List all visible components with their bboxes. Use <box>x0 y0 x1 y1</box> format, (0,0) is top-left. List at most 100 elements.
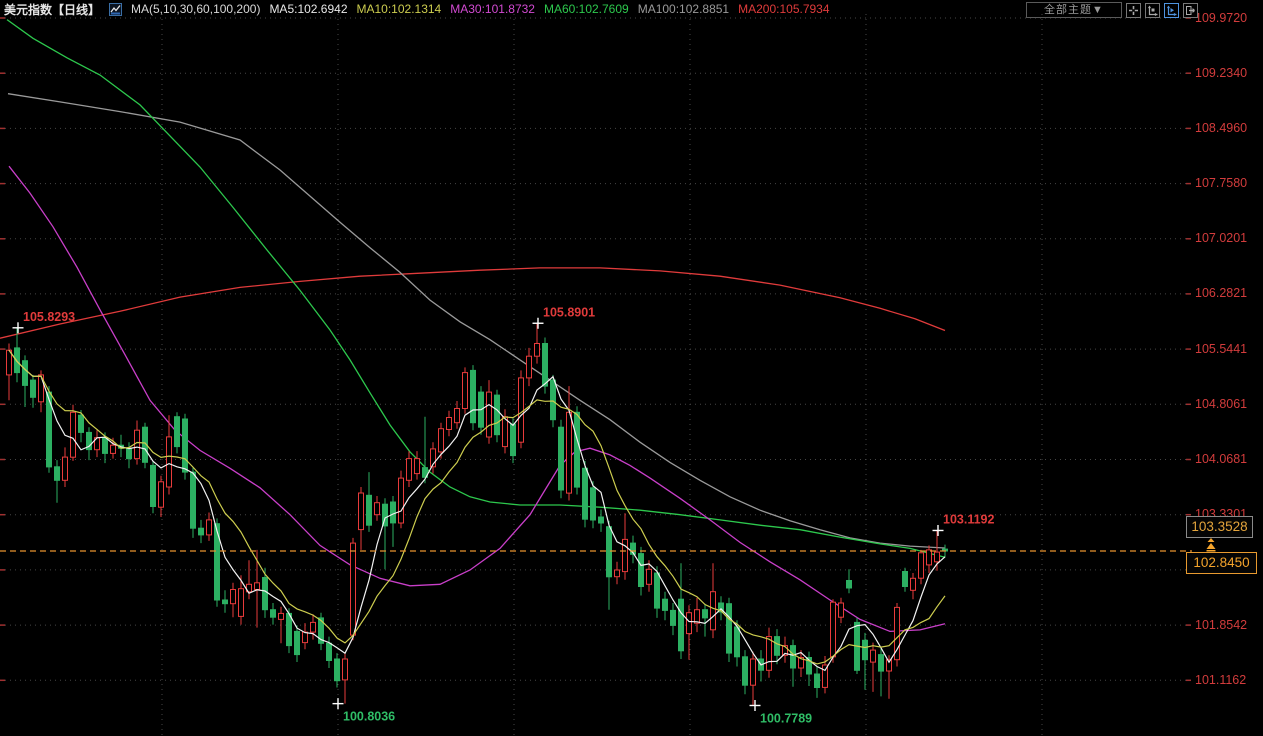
candle <box>678 598 684 652</box>
ma-lines-layer <box>0 19 946 633</box>
chart-header: 美元指数【日线】 MA(5,10,30,60,100,200) MA5:102.… <box>4 1 839 17</box>
candle <box>326 642 332 661</box>
candle <box>670 609 676 626</box>
candle <box>182 418 188 473</box>
instrument-title: 美元指数【日线】 <box>4 2 101 17</box>
candle <box>302 631 308 644</box>
pan-right-icon[interactable] <box>1183 2 1198 18</box>
candle <box>614 569 620 578</box>
candle <box>406 458 412 481</box>
candle <box>910 577 916 591</box>
candle <box>414 458 420 475</box>
ma-legend-item: MA60:102.7609 <box>543 2 629 16</box>
y-axis-label: 101.1162 <box>1195 672 1247 687</box>
candle <box>766 636 772 671</box>
candle <box>606 526 612 578</box>
candles-layer <box>6 323 948 706</box>
y-axis-label: 109.9720 <box>1195 10 1248 25</box>
candle <box>230 589 236 605</box>
candle <box>502 416 508 448</box>
candle <box>574 411 580 488</box>
candle <box>110 444 116 454</box>
candle <box>486 391 492 438</box>
theme-dropdown[interactable]: 全部主题▼ <box>1026 2 1122 18</box>
candle <box>638 553 644 587</box>
candle <box>534 343 540 357</box>
candlestick-chart-icon[interactable] <box>109 2 123 16</box>
y-axis-label: 107.7580 <box>1195 176 1248 191</box>
candle <box>566 411 572 494</box>
ma-line-MA200 <box>0 267 946 339</box>
candle <box>270 609 276 618</box>
candle <box>494 394 500 436</box>
candle <box>54 466 60 481</box>
candle <box>838 602 844 618</box>
candle <box>6 349 12 376</box>
candle <box>462 372 468 410</box>
auto-scale-icon[interactable] <box>1164 2 1179 18</box>
price-annotation: 105.8293 <box>23 310 75 324</box>
candle <box>62 456 68 481</box>
candle <box>774 636 780 656</box>
price-annotation: 100.7789 <box>760 711 812 725</box>
candle <box>790 645 796 669</box>
candle <box>206 519 212 536</box>
ma-legend-item: MA30:101.8732 <box>450 2 535 16</box>
candle <box>254 582 260 590</box>
candle <box>358 492 364 531</box>
price-chart-canvas[interactable]: 105.8293 105.8901 103.1192 100.8036 100.7789 <box>0 0 1263 736</box>
candle <box>646 568 652 585</box>
candle <box>22 360 28 386</box>
ma-line-MA60 <box>6 19 946 558</box>
candle <box>734 626 740 658</box>
candle <box>134 429 140 460</box>
candle <box>862 639 868 661</box>
candle <box>102 437 108 454</box>
candle <box>366 494 372 526</box>
candle <box>150 464 156 507</box>
candle <box>398 477 404 524</box>
move-tool-icon[interactable] <box>1126 2 1141 18</box>
candle <box>902 571 908 587</box>
ma-legend-item: MA200:105.7934 <box>738 2 830 16</box>
candle <box>222 599 228 605</box>
candle <box>334 658 340 682</box>
fit-vertical-icon[interactable] <box>1145 2 1160 18</box>
ma-settings-label: MA(5,10,30,60,100,200) <box>131 2 261 16</box>
ma-line-MA10 <box>8 349 946 665</box>
candle <box>710 591 716 631</box>
candle <box>814 673 820 688</box>
ma-legend-item: MA100:102.8851 <box>637 2 730 16</box>
ma-line-MA30 <box>8 165 946 633</box>
candle <box>926 549 932 566</box>
last-price-tag: 102.8450 <box>1186 552 1257 574</box>
candle <box>686 612 692 635</box>
candle <box>934 551 940 563</box>
candle <box>750 658 756 686</box>
preclose-price-tag: 103.3528 <box>1186 516 1253 538</box>
chart-toolbar: 全部主题▼ <box>1026 2 1198 18</box>
candle <box>518 377 524 443</box>
price-annotation: 103.1192 <box>943 512 994 526</box>
candle <box>846 580 852 589</box>
candle <box>238 588 244 617</box>
y-axis-label: 105.5441 <box>1195 341 1248 356</box>
candle <box>550 379 556 421</box>
price-annotation: 100.8036 <box>343 710 395 724</box>
candle <box>654 572 660 609</box>
candle <box>438 428 444 453</box>
candle <box>30 379 36 398</box>
candle <box>454 408 460 424</box>
candle <box>286 612 292 647</box>
candle <box>342 658 348 681</box>
price-annotation: 105.8901 <box>543 305 595 319</box>
candle <box>70 411 76 458</box>
annotations-layer: 105.8293 105.8901 103.1192 100.8036 100.7789 <box>12 305 994 725</box>
candle <box>878 654 884 672</box>
candle <box>582 467 588 520</box>
candle <box>374 502 380 516</box>
candle <box>126 447 132 460</box>
candle <box>190 471 196 529</box>
candle <box>702 609 708 619</box>
candle <box>390 501 396 524</box>
